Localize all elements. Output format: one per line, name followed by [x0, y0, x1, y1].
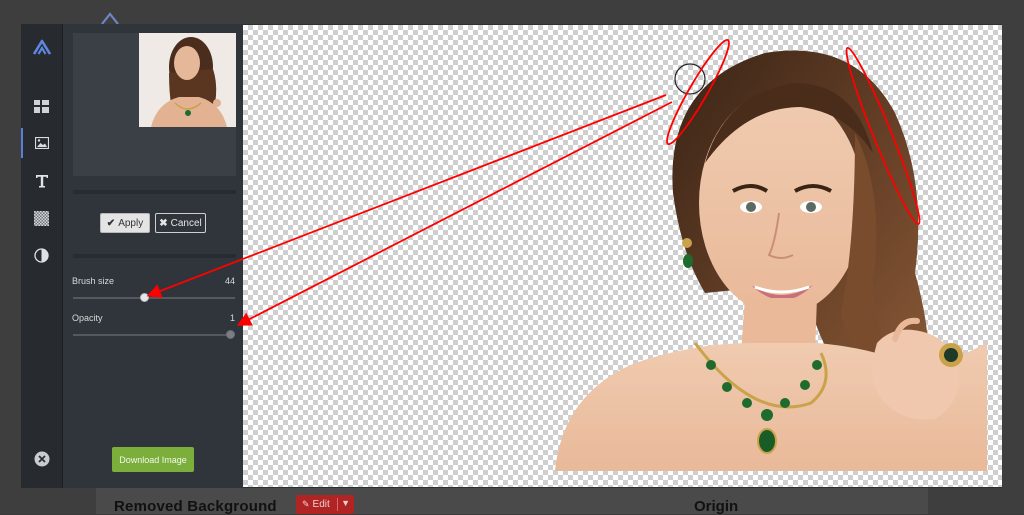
brush-size-slider[interactable] — [73, 293, 235, 302]
download-image-button[interactable]: Download Image — [112, 447, 194, 472]
pattern-icon[interactable] — [21, 203, 62, 233]
editing-canvas[interactable] — [243, 25, 1002, 487]
apply-button[interactable]: ✔ Apply — [100, 213, 150, 233]
brush-size-value: 44 — [224, 276, 235, 286]
check-icon: ✔ — [106, 217, 116, 229]
thumbnail-image — [139, 33, 236, 127]
image-thumbnail — [73, 33, 236, 176]
caret-down-icon: ▼ — [341, 498, 350, 508]
image-icon[interactable] — [21, 128, 62, 158]
pencil-icon: ✎ — [302, 499, 310, 509]
panel-divider — [73, 190, 236, 194]
brush-size-slider-handle[interactable] — [139, 293, 149, 302]
edit-label: Edit — [312, 499, 330, 510]
contrast-icon[interactable] — [21, 240, 62, 270]
brush-size-label: Brush size — [72, 276, 115, 286]
opacity-slider-handle[interactable] — [226, 330, 235, 339]
opacity-value: 1 — [229, 313, 235, 323]
origin-title: Origin — [694, 498, 739, 515]
image-editor-modal: ✔ Apply ✖ Cancel Brush size 44 Opacity 1… — [21, 24, 1002, 488]
layout-icon[interactable] — [21, 91, 62, 121]
background-logo-icon — [101, 12, 119, 24]
panel-divider — [73, 254, 236, 258]
opacity-label: Opacity — [72, 313, 103, 323]
apply-label: Apply — [118, 217, 144, 229]
close-icon[interactable] — [21, 444, 62, 474]
removed-background-title: Removed Background — [114, 498, 277, 515]
close-x-icon: ✖ — [159, 217, 168, 229]
cancel-button[interactable]: ✖ Cancel — [155, 213, 206, 233]
background-edit-button[interactable]: ✎ Edit ▼ — [296, 495, 354, 514]
opacity-slider[interactable] — [73, 330, 235, 339]
subject-photo — [555, 50, 987, 471]
text-icon[interactable] — [21, 166, 62, 196]
icon-sidebar — [21, 24, 63, 488]
tool-panel: ✔ Apply ✖ Cancel Brush size 44 Opacity 1… — [63, 24, 243, 488]
logo-icon — [21, 32, 62, 62]
cancel-label: Cancel — [170, 217, 202, 229]
